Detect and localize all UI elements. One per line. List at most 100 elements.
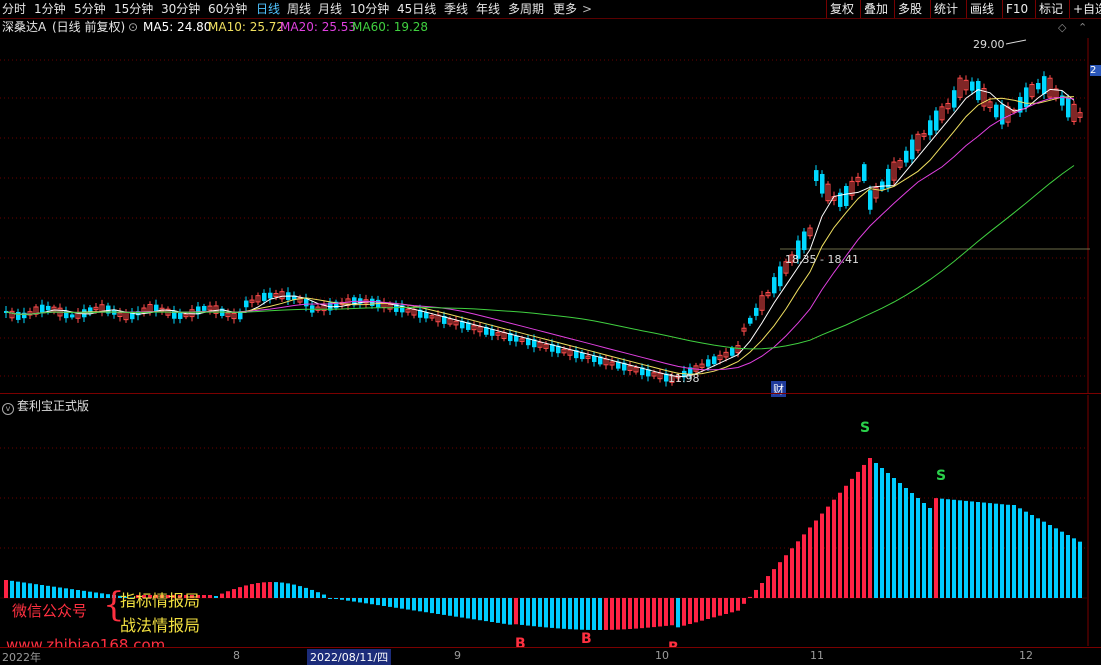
candle-body (1066, 97, 1071, 118)
histogram-bar (1030, 515, 1034, 598)
histogram-bar (574, 598, 578, 630)
ma20-value: MA20: 25.53 (280, 20, 357, 34)
tab-quarterly[interactable]: 季线 (444, 1, 468, 17)
histogram-bar (250, 584, 254, 598)
histogram-bar (784, 555, 788, 598)
tab-fenshi[interactable]: 分时 (2, 1, 26, 17)
histogram-bar (418, 598, 422, 612)
candle-body (748, 317, 753, 324)
histogram-bar (832, 499, 836, 598)
tab-45day[interactable]: 45日线 (397, 1, 436, 17)
histogram-bar (394, 598, 398, 608)
histogram-bar (970, 501, 974, 598)
histogram-bar (40, 585, 44, 598)
histogram-bar (886, 473, 890, 598)
histogram-bar (94, 592, 98, 598)
statistics-button[interactable]: 统计 (930, 0, 961, 18)
candle-body (46, 305, 51, 311)
histogram-bar (604, 598, 608, 630)
draw-line-button[interactable]: 画线 (966, 0, 997, 18)
chevron-down-icon[interactable]: v (2, 403, 14, 415)
histogram-bar (556, 598, 560, 629)
candle-body (814, 170, 819, 182)
histogram-bar (1072, 538, 1076, 598)
histogram-bar (592, 598, 596, 630)
candle-body (202, 305, 207, 311)
histogram-bar (304, 587, 308, 598)
histogram-bar (1006, 504, 1010, 598)
restore-rights-button[interactable]: 复权 (826, 0, 857, 18)
candle-body (424, 312, 429, 319)
ma-settings-icon[interactable]: ⊙ (128, 19, 138, 35)
candle-body (868, 190, 873, 210)
candle-body (904, 150, 909, 163)
histogram-bar (706, 598, 710, 619)
histogram-bar (496, 598, 500, 623)
histogram-bar (208, 595, 212, 598)
tab-monthly[interactable]: 月线 (318, 1, 342, 17)
tab-more[interactable]: 更多 (553, 1, 577, 17)
histogram-bar (502, 598, 506, 624)
histogram-bar (82, 590, 86, 598)
chevron-up-icon[interactable]: ⌃ (1078, 21, 1087, 34)
diamond-icon[interactable]: ◇ (1058, 21, 1066, 34)
histogram-bar (844, 485, 848, 598)
tab-60min[interactable]: 60分钟 (208, 1, 247, 17)
histogram-bar (868, 458, 872, 598)
tab-1min[interactable]: 1分钟 (34, 1, 66, 17)
more-chevron-icon[interactable]: > (582, 1, 592, 17)
histogram-bar (274, 582, 278, 598)
histogram-bar (76, 590, 80, 598)
date-label: 10 (655, 649, 669, 662)
histogram-bar (1078, 541, 1082, 598)
multi-stock-button[interactable]: 多股 (894, 0, 925, 18)
ma5-value: MA5: 24.80 (143, 20, 212, 34)
histogram-bar (466, 598, 470, 619)
date-label: 9 (454, 649, 461, 662)
histogram-bar (664, 598, 668, 626)
histogram-bar (856, 471, 860, 598)
histogram-bar (202, 595, 206, 598)
histogram-bar (880, 468, 884, 598)
histogram-bar (4, 580, 8, 598)
tab-30min[interactable]: 30分钟 (161, 1, 200, 17)
f10-button[interactable]: F10 (1002, 0, 1031, 18)
chart-mode: (日线 前复权) (52, 20, 126, 34)
stock-name: 深桑达A (2, 20, 47, 34)
histogram-bar (436, 598, 440, 614)
histogram-bar (682, 598, 686, 626)
histogram-bar (472, 598, 476, 620)
histogram-bar (730, 598, 734, 613)
tab-15min[interactable]: 15分钟 (114, 1, 153, 17)
histogram-bar (538, 598, 542, 627)
histogram-bar (46, 585, 50, 598)
tab-daily[interactable]: 日线 (256, 1, 280, 17)
histogram-bar (352, 598, 356, 602)
histogram-bar (454, 598, 458, 617)
histogram-bar (1066, 535, 1070, 598)
histogram-bar (58, 587, 62, 598)
candle-body (970, 81, 975, 91)
histogram-bar (88, 591, 92, 598)
histogram-bar (238, 587, 242, 598)
tab-5min[interactable]: 5分钟 (74, 1, 106, 17)
tab-10min[interactable]: 10分钟 (350, 1, 389, 17)
watermark-prefix: 微信公众号 (12, 602, 88, 620)
histogram-bar (256, 583, 260, 598)
indicator-title[interactable]: v 套利宝正式版 (2, 397, 89, 415)
mark-button[interactable]: 标记 (1035, 0, 1066, 18)
histogram-bar (268, 582, 272, 598)
sell-signal-mark: S (860, 420, 871, 436)
add-watchlist-button[interactable]: +自选 (1069, 0, 1101, 18)
histogram-bar (646, 598, 650, 628)
tab-yearly[interactable]: 年线 (476, 1, 500, 17)
period-toolbar: 分时 1分钟 5分钟 15分钟 30分钟 60分钟 日线 周线 月线 10分钟 … (0, 0, 1101, 19)
histogram-bar (580, 598, 584, 630)
histogram-bar (460, 598, 464, 618)
overlay-button[interactable]: 叠加 (860, 0, 891, 18)
histogram-bar (934, 498, 938, 598)
tab-weekly[interactable]: 周线 (287, 1, 311, 17)
finance-event-badge[interactable]: 财 (771, 381, 786, 397)
chart-canvas[interactable] (0, 0, 1101, 663)
tab-multi-period[interactable]: 多周期 (508, 1, 544, 17)
